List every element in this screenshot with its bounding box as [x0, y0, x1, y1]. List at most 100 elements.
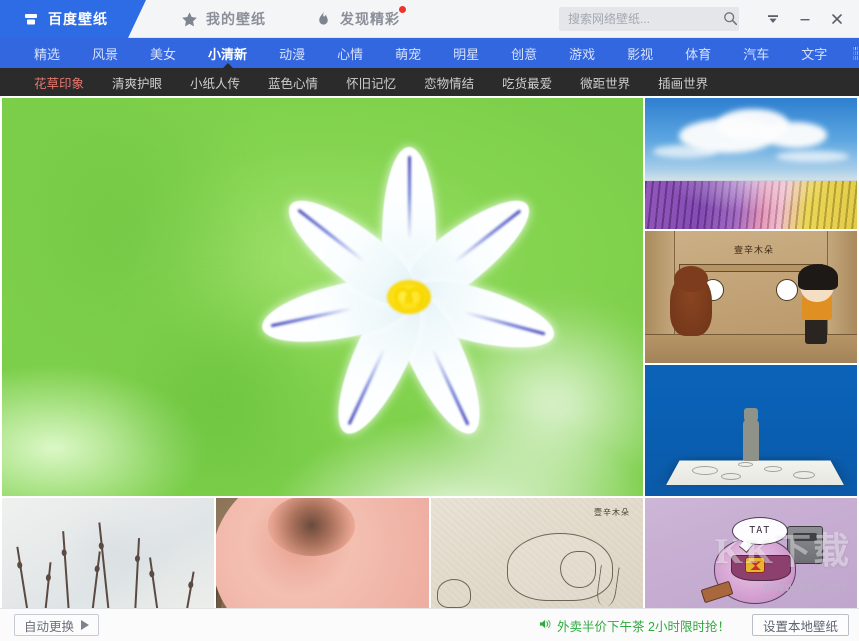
- sub-nav-item-清爽护眼[interactable]: 清爽护眼: [98, 73, 176, 92]
- sub-nav-item-吃货最爱[interactable]: 吃货最爱: [488, 73, 566, 92]
- tab-baidu-wallpaper[interactable]: 百度壁纸: [0, 0, 128, 38]
- wallpaper-elevator-illustration[interactable]: 壹辛木朵: [645, 231, 857, 362]
- baidu-wallpaper-window: 百度壁纸 我的壁纸 发现精彩: [0, 0, 859, 641]
- wallpaper-icon: [22, 10, 40, 28]
- sub-nav-item-小纸人传[interactable]: 小纸人传: [176, 73, 254, 92]
- wallpaper-tulip-field[interactable]: [645, 98, 857, 229]
- main-navigation: 精选 风景 美女 小清新 动漫 心情 萌宠 明星 创意 游戏 影视体育汽车 文字 颜色筛选: [0, 38, 859, 68]
- nav-item-label: 精选: [34, 44, 60, 63]
- dog-figure: [670, 274, 712, 336]
- tab-label: 百度壁纸: [48, 9, 108, 29]
- nav-item-label: 创意: [511, 44, 537, 63]
- promo-text: 外卖半价下午茶 2小时限时抢！: [557, 616, 730, 635]
- papercut-artwork: [645, 365, 857, 496]
- sub-nav-item-插画世界[interactable]: 插画世界: [644, 73, 722, 92]
- willow-artwork: [2, 498, 214, 608]
- notification-badge: [399, 6, 406, 13]
- wallpaper-willow-branches[interactable]: [2, 498, 214, 608]
- sub-nav-item-微距世界[interactable]: 微距世界: [566, 73, 644, 92]
- color-swatch: [857, 56, 858, 60]
- nav-item-萌宠[interactable]: 萌宠: [379, 38, 437, 68]
- color-swatch: [857, 51, 858, 55]
- search-box[interactable]: [559, 7, 739, 31]
- nav-item-label: 动漫: [279, 44, 305, 63]
- flower-center: [387, 280, 431, 314]
- gallery-top-row: 壹辛木朵: [2, 98, 857, 496]
- wallpaper-papercut-blue[interactable]: [645, 365, 857, 496]
- papercut-figure: [743, 419, 759, 461]
- nav-item-美女[interactable]: 美女: [134, 38, 192, 68]
- wallpaper-pink-daisy[interactable]: [216, 498, 428, 608]
- auto-change-label: 自动更换: [24, 616, 74, 635]
- color-swatch: [853, 51, 854, 55]
- search-icon[interactable]: [723, 10, 738, 28]
- elevator-artwork: 壹辛木朵: [645, 231, 857, 362]
- hero-artwork: [2, 98, 643, 496]
- color-swatch: [855, 56, 856, 60]
- close-button[interactable]: [821, 1, 853, 37]
- color-swatch: [855, 47, 856, 51]
- nav-item-明星[interactable]: 明星: [437, 38, 495, 68]
- title-bar: 百度壁纸 我的壁纸 发现精彩: [0, 0, 859, 38]
- nav-item-精选[interactable]: 精选: [18, 38, 76, 68]
- color-swatch: [855, 51, 856, 55]
- speaker-icon: [539, 618, 552, 633]
- sub-nav-item-蓝色心情[interactable]: 蓝色心情: [254, 73, 332, 92]
- speech-bubble: TAT: [732, 517, 788, 545]
- nav-item-label: 汽车: [743, 44, 769, 63]
- color-swatch: [853, 56, 854, 60]
- gallery-bottom-row: 壹辛木朵 TAT KK下载: [2, 498, 857, 608]
- color-swatch: [857, 47, 858, 51]
- wallpaper-onion-superman[interactable]: TAT KK下载: [645, 498, 857, 608]
- minimize-button[interactable]: [789, 1, 821, 37]
- star-icon: [180, 10, 198, 28]
- nav-item-文字[interactable]: 文字: [785, 38, 843, 68]
- color-grid-icon: [853, 47, 858, 60]
- search-input[interactable]: [568, 12, 723, 26]
- tab-label: 发现精彩: [340, 9, 400, 29]
- wallpaper-gallery: 壹辛木朵: [0, 96, 859, 608]
- nav-item-label: 风景: [92, 44, 118, 63]
- nav-item-label: 文字: [801, 44, 827, 63]
- color-swatch: [853, 47, 854, 51]
- sub-navigation: 花草印象清爽护眼小纸人传蓝色心情怀旧记忆恋物情结吃货最爱微距世界插画世界: [0, 68, 859, 96]
- flame-icon: [314, 10, 332, 28]
- tulip-artwork: [645, 98, 857, 229]
- menu-button[interactable]: [757, 1, 789, 37]
- sub-nav-item-恋物情结[interactable]: 恋物情结: [410, 73, 488, 92]
- titlebar-right-controls: [559, 0, 859, 37]
- nav-item-label: 心情: [337, 44, 363, 63]
- nav-item-汽车[interactable]: 汽车: [727, 38, 785, 68]
- nav-item-label: 小清新: [208, 44, 247, 63]
- sub-nav-item-怀旧记忆[interactable]: 怀旧记忆: [332, 73, 410, 92]
- color-filter-button[interactable]: 颜色筛选: [843, 38, 859, 68]
- auto-change-button[interactable]: 自动更换: [14, 614, 99, 636]
- nav-item-label: 明星: [453, 44, 479, 63]
- flower-bloom: [244, 132, 574, 462]
- nav-item-风景[interactable]: 风景: [76, 38, 134, 68]
- promo-banner[interactable]: 外卖半价下午茶 2小时限时抢！: [539, 616, 730, 635]
- nav-item-动漫[interactable]: 动漫: [263, 38, 321, 68]
- wallpaper-elephant-sketch[interactable]: 壹辛木朵: [431, 498, 643, 608]
- sub-nav-item-花草印象[interactable]: 花草印象: [20, 73, 98, 92]
- nav-item-影视[interactable]: 影视: [611, 38, 669, 68]
- tab-label: 我的壁纸: [206, 9, 266, 29]
- play-icon: [81, 620, 89, 630]
- nav-item-心情[interactable]: 心情: [321, 38, 379, 68]
- status-bar: 自动更换 外卖半价下午茶 2小时限时抢！ 设置本地壁纸: [0, 608, 859, 641]
- nav-item-label: 影视: [627, 44, 653, 63]
- gallery-side-column: 壹辛木朵: [645, 98, 857, 496]
- nav-item-小清新[interactable]: 小清新: [192, 38, 263, 68]
- nav-item-体育[interactable]: 体育: [669, 38, 727, 68]
- art-seal-stamp: 壹辛木朵: [734, 243, 774, 256]
- tab-strip: 百度壁纸 我的壁纸 发现精彩: [0, 0, 420, 38]
- tab-discover[interactable]: 发现精彩: [292, 0, 420, 38]
- nav-item-label: 萌宠: [395, 44, 421, 63]
- nav-item-label: 游戏: [569, 44, 595, 63]
- tab-my-wallpaper[interactable]: 我的壁纸: [158, 0, 286, 38]
- nav-item-游戏[interactable]: 游戏: [553, 38, 611, 68]
- wallpaper-hero-white-flower[interactable]: [2, 98, 643, 496]
- set-local-wallpaper-button[interactable]: 设置本地壁纸: [752, 614, 849, 636]
- nav-item-创意[interactable]: 创意: [495, 38, 553, 68]
- nav-item-label: 美女: [150, 44, 176, 63]
